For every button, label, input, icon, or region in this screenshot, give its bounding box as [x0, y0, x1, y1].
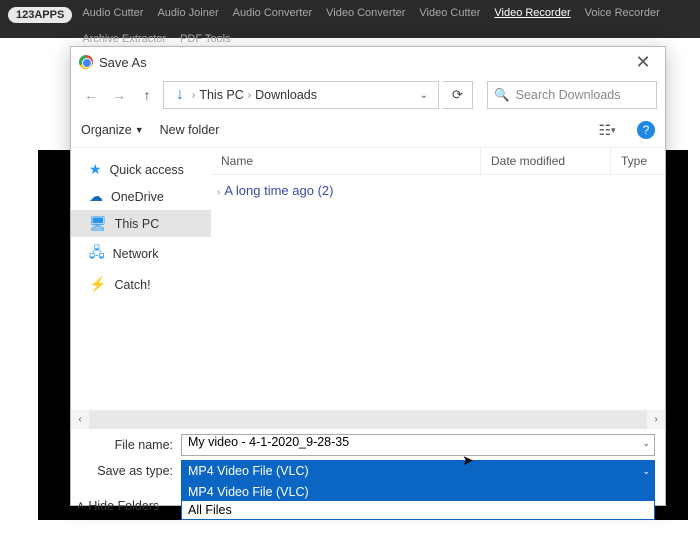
nav-pdf-tools[interactable]: PDF Tools: [180, 29, 231, 45]
col-date[interactable]: Date modified: [480, 148, 610, 174]
nav-video-converter[interactable]: Video Converter: [326, 3, 405, 19]
save-as-type-select[interactable]: MP4 Video File (VLC)⌄ MP4 Video File (VL…: [181, 460, 655, 482]
downloads-icon: ↓: [176, 86, 184, 104]
type-dropdown-list: MP4 Video File (VLC) All Files: [181, 482, 655, 520]
nav-video-recorder[interactable]: Video Recorder: [494, 3, 570, 19]
sidebar-item-quick-access[interactable]: ★Quick access: [71, 156, 211, 183]
sidebar-item-network[interactable]: 🖧Network: [71, 237, 211, 271]
chevron-up-icon: ˄: [77, 499, 84, 513]
brand-badge[interactable]: 123APPS: [8, 7, 72, 23]
toolbar: Organize ▼ New folder ☷ ▾ ?: [71, 113, 665, 148]
network-icon: 🖧: [89, 242, 105, 266]
view-options-icon[interactable]: ☷ ▾: [593, 119, 621, 141]
scroll-right-icon[interactable]: ›: [647, 411, 665, 429]
search-input[interactable]: 🔍 Search Downloads: [487, 81, 657, 109]
chevron-down-icon: ⌄: [642, 466, 650, 477]
sidebar-item-catch[interactable]: ⚡Catch!: [71, 271, 211, 298]
forward-icon: →: [107, 83, 131, 107]
chevron-down-icon[interactable]: ⌄: [642, 438, 650, 449]
chevron-right-icon: ›: [192, 90, 195, 101]
nav-voice-recorder[interactable]: Voice Recorder: [585, 3, 660, 19]
scroll-track[interactable]: [89, 411, 647, 429]
nav-audio-converter[interactable]: Audio Converter: [233, 3, 313, 19]
hide-folders-toggle[interactable]: ˄Hide Folders: [77, 499, 159, 513]
breadcrumb[interactable]: ↓ › This PC › Downloads ⌄: [163, 81, 439, 109]
chevron-right-icon: ›: [248, 90, 251, 101]
back-icon: ←: [79, 83, 103, 107]
sidebar-item-this-pc[interactable]: 🖥This PC: [71, 210, 211, 237]
organize-menu[interactable]: Organize ▼: [81, 123, 144, 137]
col-name[interactable]: Name: [211, 148, 480, 174]
type-option-all[interactable]: All Files: [182, 501, 654, 519]
column-headers: Name Date modified Type: [211, 148, 665, 175]
chevron-down-icon[interactable]: ⌄: [416, 90, 432, 101]
top-nav: Audio Cutter Audio Joiner Audio Converte…: [82, 3, 692, 45]
dialog-titlebar: Save As ✕: [71, 47, 665, 77]
help-icon[interactable]: ?: [637, 121, 655, 139]
chevron-right-icon: ›: [217, 187, 220, 198]
chrome-icon: [79, 55, 93, 69]
horizontal-scrollbar[interactable]: ‹ ›: [71, 410, 665, 428]
refresh-icon[interactable]: ⟳: [443, 81, 473, 109]
save-as-dialog: Save As ✕ ← → ↑ ↓ › This PC › Downloads …: [70, 46, 666, 506]
monitor-icon: 🖥: [89, 215, 107, 232]
save-as-type-label: Save as type:: [81, 464, 181, 478]
cloud-icon: ☁: [89, 188, 103, 205]
type-option-mp4[interactable]: MP4 Video File (VLC): [182, 483, 654, 501]
star-icon: ★: [89, 161, 102, 178]
nav-video-cutter[interactable]: Video Cutter: [419, 3, 480, 19]
nav-row: ← → ↑ ↓ › This PC › Downloads ⌄ ⟳ 🔍 Sear…: [71, 77, 665, 113]
form-area: File name: My video - 4-1-2020_9-28-35 ⌄…: [71, 428, 665, 482]
app-topbar: 123APPS Audio Cutter Audio Joiner Audio …: [0, 0, 700, 38]
bolt-icon: ⚡: [89, 276, 106, 293]
up-icon[interactable]: ↑: [135, 83, 159, 107]
col-type[interactable]: Type: [610, 148, 665, 174]
filename-input[interactable]: My video - 4-1-2020_9-28-35 ⌄: [181, 434, 655, 456]
search-icon: 🔍: [494, 88, 510, 103]
search-placeholder: Search Downloads: [516, 88, 621, 102]
nav-audio-cutter[interactable]: Audio Cutter: [82, 3, 143, 19]
scroll-left-icon[interactable]: ‹: [71, 411, 89, 429]
nav-audio-joiner[interactable]: Audio Joiner: [157, 3, 218, 19]
dialog-title: Save As: [99, 55, 147, 70]
nav-archive-extractor[interactable]: Archive Extractor: [82, 29, 166, 45]
sidebar: ★Quick access ☁OneDrive 🖥This PC 🖧Networ…: [71, 148, 211, 410]
caret-down-icon: ▼: [135, 125, 144, 135]
breadcrumb-folder[interactable]: Downloads: [255, 88, 317, 102]
explorer-body: ★Quick access ☁OneDrive 🖥This PC 🖧Networ…: [71, 148, 665, 410]
sidebar-item-onedrive[interactable]: ☁OneDrive: [71, 183, 211, 210]
filename-label: File name:: [81, 438, 181, 452]
new-folder-button[interactable]: New folder: [160, 123, 220, 137]
close-icon[interactable]: ✕: [629, 52, 657, 73]
file-group[interactable]: ›A long time ago (2): [211, 175, 665, 206]
file-pane: Name Date modified Type ›A long time ago…: [211, 148, 665, 410]
breadcrumb-root[interactable]: This PC: [199, 88, 243, 102]
